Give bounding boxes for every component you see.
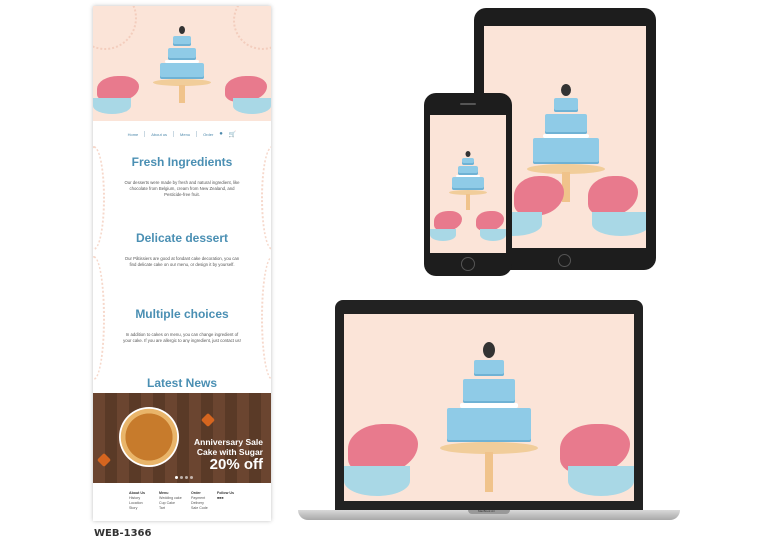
social-icons[interactable]: ■■■ xyxy=(217,496,234,501)
bowl-decoration xyxy=(480,229,506,241)
section-title-delicate-dessert: Delicate dessert xyxy=(135,231,229,245)
section-text-fresh-ingredients: Our desserts were made by fresh and natu… xyxy=(124,180,240,197)
footer-column-menu: Menu Wedding cake Cup Cake Tart xyxy=(159,491,182,511)
carousel-dot[interactable] xyxy=(180,476,183,479)
pie-image xyxy=(119,407,179,467)
web-page-mockup: Home About us Menu Order ● 🛒 Fresh Ingre… xyxy=(93,6,271,521)
top-navigation: Home About us Menu Order ● 🛒 xyxy=(93,126,271,142)
splash-decoration xyxy=(588,176,638,216)
footer: About Us History Location Story Menu Wed… xyxy=(93,483,271,521)
banner-line-3: 20% off xyxy=(209,456,263,473)
carousel-dot[interactable] xyxy=(185,476,188,479)
nav-order[interactable]: Order xyxy=(203,132,213,137)
mockup-label: WEB-1366 xyxy=(94,528,152,539)
user-icon[interactable]: ● xyxy=(219,131,223,137)
nav-home[interactable]: Home xyxy=(128,132,139,137)
carousel-dot[interactable] xyxy=(175,476,178,479)
home-button xyxy=(558,254,571,267)
latest-news-title: Latest News xyxy=(146,376,218,390)
home-button xyxy=(461,257,475,271)
footer-link[interactable]: Story xyxy=(129,506,145,511)
cake-illustration xyxy=(439,342,539,501)
bowl-decoration xyxy=(93,98,131,114)
carousel-dots[interactable] xyxy=(175,476,193,479)
lace-decoration xyxy=(93,6,137,50)
footer-link[interactable]: Tart xyxy=(159,506,182,511)
bowl-decoration xyxy=(233,98,271,114)
bowl-decoration xyxy=(568,466,634,496)
nav-divider xyxy=(196,131,198,137)
laptop-brand-label: MacBook Air xyxy=(478,509,495,513)
footer-link[interactable]: Sale Code xyxy=(191,506,208,511)
section-title-multiple-choices: Multiple choices xyxy=(135,307,229,321)
speaker xyxy=(460,103,476,105)
carousel-dot[interactable] xyxy=(190,476,193,479)
footer-column-about: About Us History Location Story xyxy=(129,491,145,511)
section-title-fresh-ingredients: Fresh Ingredients xyxy=(131,155,233,169)
footer-column-order: Order Payment Delivery Sale Code xyxy=(191,491,208,511)
news-banner[interactable]: Anniversary Sale Cake with Sugar 20% off xyxy=(93,393,271,483)
phone-screen xyxy=(430,115,506,253)
banner-line-1: Anniversary Sale xyxy=(194,437,263,447)
nav-about-us[interactable]: About us xyxy=(151,132,167,137)
bowl-decoration xyxy=(430,229,456,241)
laptop-screen xyxy=(344,314,634,501)
lace-decoration xyxy=(233,6,271,50)
cake-illustration xyxy=(147,22,217,117)
cart-icon[interactable]: 🛒 xyxy=(229,131,236,138)
nav-divider xyxy=(144,131,146,137)
hero-banner xyxy=(93,6,271,121)
section-text-delicate-dessert: Our Pâtissiers are good at fondant cake … xyxy=(124,256,240,267)
section-text-multiple-choices: In addition to cakes on menu, you can ch… xyxy=(123,332,241,343)
nav-divider xyxy=(173,131,175,137)
nav-menu[interactable]: Menu xyxy=(180,132,190,137)
phone-mockup xyxy=(424,93,512,276)
footer-column-follow: Follow Us ■■■ xyxy=(217,491,234,501)
laptop-mockup xyxy=(335,300,643,510)
bowl-decoration xyxy=(592,212,646,236)
bowl-decoration xyxy=(344,466,410,496)
splash-decoration xyxy=(476,211,504,231)
splash-decoration xyxy=(434,211,462,231)
